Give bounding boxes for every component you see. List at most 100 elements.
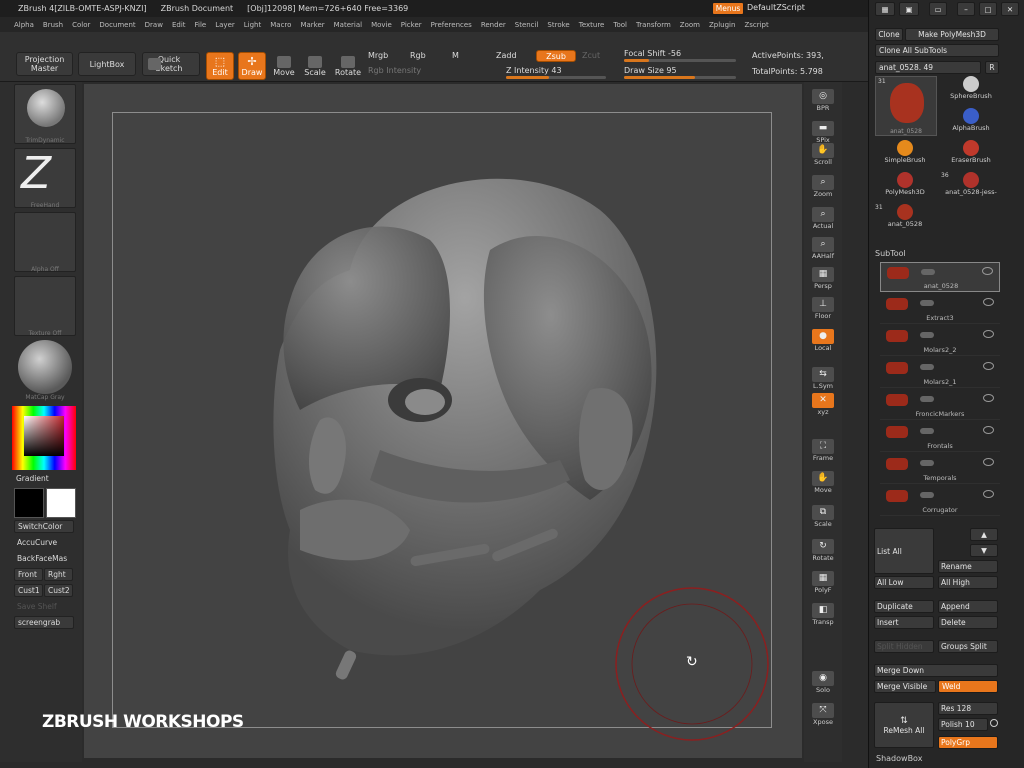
color-picker[interactable] (12, 406, 76, 470)
delete-button[interactable]: Delete (938, 616, 998, 629)
all-high-button[interactable]: All High (938, 576, 998, 589)
all-low-button[interactable]: All Low (874, 576, 934, 589)
accucurve-button[interactable]: AccuCurve (14, 536, 74, 549)
subtool-toggle[interactable] (920, 332, 934, 338)
shelf-frame-button[interactable]: ⛶ Frame (808, 434, 838, 462)
polish-slider[interactable]: Polish 10 (938, 718, 988, 731)
subtool-toggle[interactable] (920, 428, 934, 434)
shelf-persp-button[interactable]: ▦ Persp (808, 262, 838, 290)
stroke-thumbnail[interactable]: Z (14, 148, 76, 208)
mrgb-button[interactable]: Mrgb (368, 51, 388, 60)
r-button[interactable]: R (985, 61, 999, 74)
menu-layer[interactable]: Layer (215, 21, 235, 29)
current-tool-slider[interactable]: anat_0528. 49 (875, 61, 981, 74)
shelf-scroll-button[interactable]: ✋ Scroll (808, 138, 838, 166)
front-view-button[interactable]: Front (14, 568, 43, 581)
menus-button[interactable]: Menus (712, 2, 744, 15)
menu-document[interactable]: Document (99, 21, 135, 29)
save-shelf-button[interactable]: Save Shelf (14, 600, 74, 613)
active-tool-thumbnail[interactable]: 31 anat_0528 (875, 76, 937, 136)
screengrab-button[interactable]: screengrab (14, 616, 74, 629)
cust1-button[interactable]: Cust1 (14, 584, 43, 597)
shelf-polyf-button[interactable]: ▦ PolyF (808, 566, 838, 594)
duplicate-button[interactable]: Duplicate (874, 600, 934, 613)
subtool-toggle[interactable] (920, 460, 934, 466)
make-polymesh-button[interactable]: Make PolyMesh3D (905, 28, 999, 41)
menu-stencil[interactable]: Stencil (515, 21, 539, 29)
default-zscript-button[interactable]: DefaultZScript (747, 3, 805, 12)
polygrp-toggle[interactable]: PolyGrp (938, 736, 998, 749)
eye-icon[interactable] (983, 426, 994, 434)
menu-material[interactable]: Material (334, 21, 362, 29)
close-icon[interactable]: ✕ (1001, 2, 1019, 16)
split-hidden-button[interactable]: Split Hidden (874, 640, 934, 653)
tray-icon-1[interactable]: ▦ (875, 2, 895, 16)
menu-texture[interactable]: Texture (579, 21, 605, 29)
brush-thumbnail[interactable] (14, 84, 76, 144)
subtool-item[interactable]: Molars2_1 (880, 358, 1000, 388)
insert-button[interactable]: Insert (874, 616, 934, 629)
menu-alpha[interactable]: Alpha (14, 21, 34, 29)
rename-button[interactable]: Rename (938, 560, 998, 573)
shelf-transp-button[interactable]: ◧ Transp (808, 598, 838, 626)
menu-preferences[interactable]: Preferences (431, 21, 472, 29)
menu-light[interactable]: Light (244, 21, 261, 29)
menu-zoom[interactable]: Zoom (680, 21, 700, 29)
move-up-icon[interactable]: ▲ (970, 528, 998, 541)
restore-icon[interactable]: ▢ (979, 2, 997, 16)
zadd-button[interactable]: Zadd (496, 51, 517, 60)
list-all-button[interactable]: List All (874, 528, 934, 574)
draw-size-track[interactable] (624, 76, 736, 79)
main-color-swatch[interactable] (46, 488, 76, 518)
tool-cell-anat_0528[interactable]: anat_0528 31 (875, 204, 935, 228)
color-picker-square[interactable] (24, 416, 64, 456)
menu-color[interactable]: Color (72, 21, 90, 29)
tool-cell-simplebrush[interactable]: SimpleBrush (875, 140, 935, 164)
cust2-button[interactable]: Cust2 (44, 584, 73, 597)
subtool-item[interactable]: Temporals (880, 454, 1000, 484)
shelf-xyz-button[interactable]: ✕ xyz (808, 388, 838, 416)
remesh-all-button[interactable]: ⇅ ReMesh All (874, 702, 934, 748)
tool-cell-alphabrush[interactable]: AlphaBrush (941, 108, 1001, 132)
alpha-thumbnail[interactable] (14, 212, 76, 272)
shelf-zoom-button[interactable]: ⌕ Zoom (808, 170, 838, 198)
texture-thumbnail[interactable] (14, 276, 76, 336)
shelf-local-button[interactable]: ● Local (808, 324, 838, 352)
z-intensity-track[interactable] (506, 76, 606, 79)
move-down-icon[interactable]: ▼ (970, 544, 998, 557)
menu-render[interactable]: Render (481, 21, 506, 29)
switchcolor-button[interactable]: SwitchColor (14, 520, 74, 533)
menu-stroke[interactable]: Stroke (547, 21, 569, 29)
merge-down-button[interactable]: Merge Down (874, 664, 998, 677)
z-intensity-slider[interactable]: Z Intensity 43 (506, 66, 562, 75)
rotate-button[interactable]: Rotate (334, 52, 362, 80)
weld-toggle[interactable]: Weld (938, 680, 998, 693)
menu-edit[interactable]: Edit (172, 21, 186, 29)
clone-button[interactable]: Clone (875, 28, 903, 41)
subtool-item[interactable]: Molars2_2 (880, 326, 1000, 356)
subtool-toggle[interactable] (920, 492, 934, 498)
scale-button[interactable]: Scale (302, 52, 328, 80)
subtool-item[interactable]: anat_0528 (880, 262, 1000, 292)
shadowbox-label[interactable]: ShadowBox (876, 754, 922, 763)
draw-button[interactable]: ✢ Draw (238, 52, 266, 80)
eye-icon[interactable] (983, 458, 994, 466)
menu-marker[interactable]: Marker (300, 21, 324, 29)
shelf-floor-button[interactable]: ⊥ Floor (808, 292, 838, 320)
groups-split-button[interactable]: Groups Split (938, 640, 998, 653)
secondary-color-swatch[interactable] (14, 488, 44, 518)
append-button[interactable]: Append (938, 600, 998, 613)
tray-icon-2[interactable]: ▣ (899, 2, 919, 16)
backfacemask-button[interactable]: BackFaceMas (14, 552, 76, 565)
right-view-button[interactable]: Rght (44, 568, 73, 581)
draw-size-slider[interactable]: Draw Size 95 (624, 66, 677, 75)
material-thumbnail[interactable] (14, 340, 76, 400)
merge-visible-button[interactable]: Merge Visible (874, 680, 936, 693)
eye-icon[interactable] (983, 362, 994, 370)
gradient-label[interactable]: Gradient (16, 474, 49, 483)
move-button[interactable]: Move (271, 52, 297, 80)
projection-master-button[interactable]: Projection Master (16, 52, 73, 76)
subtool-item[interactable]: Frontals (880, 422, 1000, 452)
menu-macro[interactable]: Macro (270, 21, 291, 29)
tool-cell-eraserbrush[interactable]: EraserBrush (941, 140, 1001, 164)
